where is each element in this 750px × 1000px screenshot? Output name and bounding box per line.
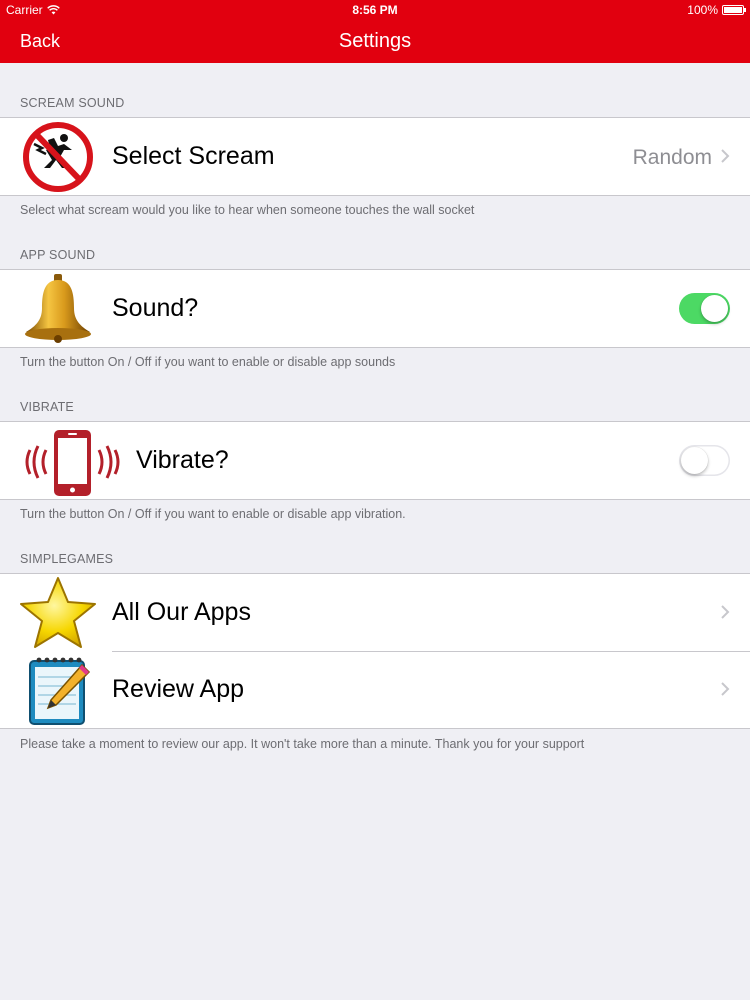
select-scream-row[interactable]: Select Scream Random [0,118,750,195]
status-bar: Carrier 8:56 PM 100% [0,0,750,20]
select-scream-value: Random [632,146,712,169]
sound-toggle-knob [701,295,728,322]
battery-fill [724,7,742,13]
bell-icon [25,274,91,343]
section-header-vibrate: VIBRATE [20,400,74,414]
app-sound-group: Sound? [0,269,750,348]
back-button[interactable]: Back [20,31,60,52]
section-header-scream-sound: SCREAM SOUND [20,96,125,110]
battery-icon [722,5,746,15]
no-electric-shock-icon [23,122,93,192]
vibrate-group: Vibrate? [0,421,750,500]
review-app-row[interactable]: Review App [0,651,750,728]
clock: 8:56 PM [352,3,398,17]
vibrate-toggle[interactable] [679,445,730,476]
section-footer-scream-sound: Select what scream would you like to hea… [20,203,475,217]
all-our-apps-row[interactable]: All Our Apps [0,574,750,651]
chevron-right-icon [721,682,730,696]
vibrating-phone-icon [25,430,120,496]
page-title: Settings [338,30,412,52]
vibrate-toggle-knob [681,447,708,474]
section-header-app-sound: APP SOUND [20,248,96,262]
section-header-simplegames: SIMPLEGAMES [20,552,114,566]
section-footer-simplegames: Please take a moment to review our app. … [20,737,585,751]
simplegames-group: All Our Apps Review App [0,573,750,729]
chevron-right-icon [721,149,730,163]
section-footer-vibrate: Turn the button On / Off if you want to … [20,507,406,521]
sound-row: Sound? [0,270,750,347]
vibrate-label: Vibrate? [136,446,229,474]
select-scream-label: Select Scream [112,142,275,170]
section-footer-app-sound: Turn the button On / Off if you want to … [20,355,396,369]
vibrate-row: Vibrate? [0,422,750,499]
navigation-bar: Back Settings [0,20,750,63]
scream-sound-group: Select Scream Random [0,117,750,196]
review-app-label: Review App [112,675,245,703]
notepad-pencil-icon [29,657,91,725]
sound-toggle[interactable] [679,293,730,324]
battery-percent: 100% [687,3,718,17]
star-icon [20,577,96,648]
battery-indicator: 100% [687,3,746,17]
chevron-right-icon [721,605,730,619]
sound-label: Sound? [112,294,199,322]
all-our-apps-label: All Our Apps [112,598,251,626]
